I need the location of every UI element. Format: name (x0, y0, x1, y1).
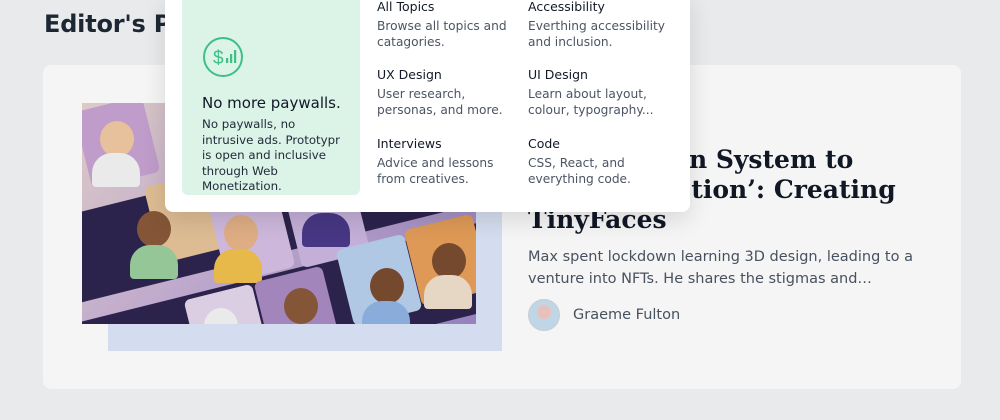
menu-item-interviews[interactable]: Interviews Advice and lessons from creat… (377, 136, 522, 187)
menu-item-accessibility[interactable]: Accessibility Everthing accessibility an… (528, 0, 673, 50)
author-byline[interactable]: Graeme Fulton (528, 299, 680, 331)
menu-item-ui-design[interactable]: UI Design Learn about layout, colour, ty… (528, 67, 673, 118)
author-avatar[interactable] (528, 299, 560, 331)
menu-item-title: UI Design (528, 67, 588, 82)
menu-item-code[interactable]: Code CSS, React, and everything code. (528, 136, 673, 187)
menu-item-title: Accessibility (528, 0, 605, 14)
promo-text: No paywalls, no intrusive ads. Prototypr… (202, 117, 340, 193)
menu-item-desc: Advice and lessons from creatives. (377, 156, 494, 186)
menu-item-desc: Everthing accessibility and inclusion. (528, 19, 665, 49)
dollar-signal-icon: $ (203, 37, 243, 77)
article-excerpt: Max spent lockdown learning 3D design, l… (528, 249, 913, 287)
menu-item-desc: Browse all topics and catagories. (377, 19, 507, 49)
menu-item-desc: Learn about layout, colour, typography..… (528, 87, 654, 117)
author-name[interactable]: Graeme Fulton (573, 307, 680, 323)
menu-item-ux-design[interactable]: UX Design User research, personas, and m… (377, 67, 522, 118)
menu-item-title: Code (528, 136, 561, 151)
menu-item-all-topics[interactable]: All Topics Browse all topics and catagor… (377, 0, 522, 50)
menu-item-title: All Topics (377, 0, 435, 14)
menu-item-desc: User research, personas, and more. (377, 87, 503, 117)
menu-item-desc: CSS, React, and everything code. (528, 156, 631, 186)
svg-text:$: $ (213, 48, 224, 69)
menu-item-title: UX Design (377, 67, 442, 82)
menu-item-title: Interviews (377, 136, 442, 151)
promo-title: No more paywalls. (202, 94, 341, 112)
